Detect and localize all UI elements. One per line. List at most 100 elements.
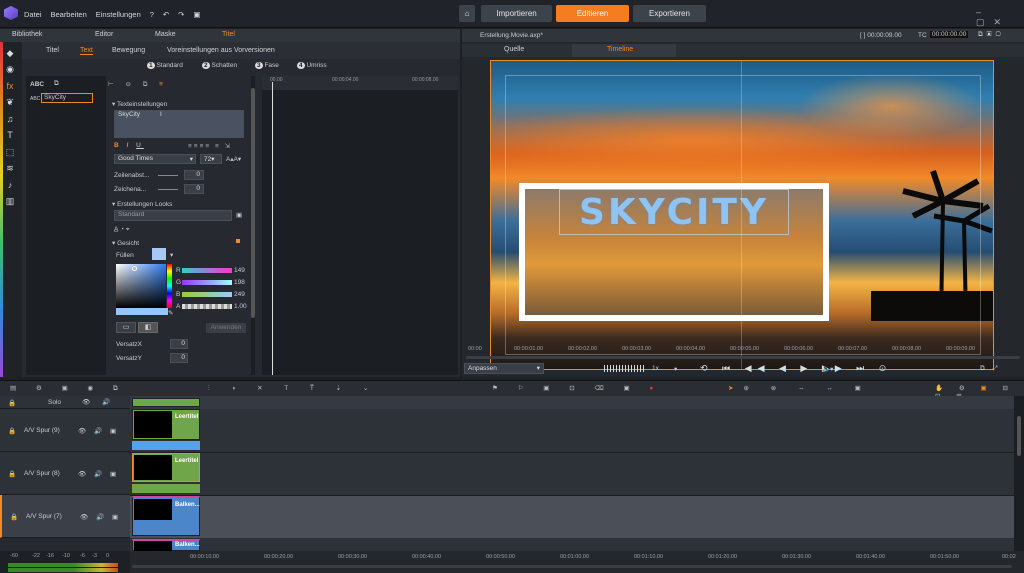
face-enable-toggle[interactable] [236, 239, 240, 243]
help-icon[interactable]: ? [150, 10, 154, 19]
audio-icon[interactable]: ♪ [3, 178, 17, 192]
line-spacing-field[interactable]: 0 [184, 170, 204, 180]
lock-icon[interactable]: 🔒 [10, 513, 18, 521]
align-toolbar[interactable]: ⊢ ⊖ ⧉ ≡ [108, 80, 168, 89]
b-slider[interactable] [182, 292, 232, 297]
music-icon[interactable]: ♫ [3, 112, 17, 126]
settings-icon[interactable]: ▥ [3, 194, 17, 208]
char-spacing-field[interactable]: 0 [184, 184, 204, 194]
a-slider[interactable] [182, 304, 232, 309]
g-slider[interactable] [182, 280, 232, 285]
edit-button[interactable]: Editieren [556, 5, 629, 22]
undo-icon[interactable]: ↶ [163, 10, 169, 19]
effects-icon[interactable]: ◉ [3, 62, 17, 76]
look-type-icons[interactable]: A̲ ◔ ⌖ [114, 226, 130, 234]
lock-icon[interactable]: 🔒 [8, 399, 16, 407]
offset-y-field[interactable]: 0 [170, 353, 188, 363]
video-preview[interactable]: SKYCITY [490, 60, 994, 370]
r-value[interactable]: 149 [234, 267, 245, 274]
save-icon[interactable]: ▣ [193, 10, 200, 19]
track-visibility-icons[interactable]: 👁 🔊 [82, 398, 115, 406]
r-slider[interactable] [182, 268, 232, 273]
tab-title[interactable]: Titel [222, 31, 235, 38]
clip-balken-6[interactable]: Balken... [132, 539, 200, 551]
tab-source[interactable]: Quelle [504, 46, 524, 53]
tab-editor[interactable]: Editor [95, 31, 113, 38]
fill-color-swatch[interactable] [152, 248, 166, 260]
step-bevel[interactable]: 3 Fase [255, 62, 279, 69]
layers-icon[interactable]: ≋ [3, 161, 17, 175]
subtab-titel[interactable]: Titel [46, 47, 59, 54]
line-spacing-slider[interactable] [158, 175, 178, 176]
speed-dropdown-icon[interactable]: ▾ [674, 365, 677, 373]
lock-icon[interactable]: 🔒 [8, 470, 16, 478]
media-icon[interactable]: ◆ [3, 46, 17, 60]
step-shadow[interactable]: 2 Schatten [202, 62, 237, 69]
properties-scrollbar[interactable] [251, 76, 255, 375]
text-settings-header[interactable]: ▾ Texteinstellungen [112, 100, 167, 108]
shape-layer-icon[interactable]: ⧉ [54, 80, 59, 88]
track-controls[interactable]: 👁 🔊 ▣ [80, 513, 121, 521]
clip-audio-8[interactable] [132, 484, 200, 493]
char-spacing-slider[interactable] [158, 189, 178, 190]
subtab-presets[interactable]: Voreinstellungen aus Vorversionen [167, 47, 275, 54]
track-scrollbar[interactable] [1014, 396, 1024, 551]
color-picker-area[interactable] [116, 264, 166, 308]
clip-balken-7[interactable]: Balken... [132, 496, 200, 536]
volume-icon[interactable]: 🔈▾ [822, 365, 833, 373]
window-controls[interactable]: –▢✕ [976, 7, 1024, 28]
subtab-text[interactable]: Text [80, 47, 93, 55]
face-header[interactable]: ▾ Gesicht [112, 239, 139, 247]
font-select[interactable]: Good Times ▾ [114, 154, 196, 164]
title-timeline-ruler[interactable]: 00.00 00:00:04.00 00:00:08.00 [262, 76, 458, 90]
color-picker-handle[interactable] [132, 266, 137, 271]
eyedropper-icon[interactable]: ✎ [168, 309, 173, 317]
menu-einstellungen[interactable]: Einstellungen [96, 10, 141, 19]
track-header-7[interactable]: 🔒 A/V Spur (7) 👁 🔊 ▣ [0, 495, 130, 538]
fx-icon[interactable]: fx [3, 79, 17, 93]
title-playhead[interactable] [272, 82, 273, 375]
solid-fill-button[interactable]: ▭ [116, 322, 136, 333]
hue-slider[interactable] [167, 264, 172, 308]
fit-select[interactable]: Anpassen ▾ [464, 363, 544, 374]
timeline-left-tools[interactable]: ▤ ⚙ ▣ ◉ ⧉ [10, 384, 127, 393]
step-standard[interactable]: 1 Standard [147, 62, 183, 69]
marker-tools[interactable]: ⚑ ⚐ ▣ ⊡ ⌫ ▣ ● [492, 384, 662, 392]
preview-window-icons[interactable]: ⧉▣▢ [978, 31, 1005, 39]
tab-timeline[interactable]: Timeline [607, 46, 633, 53]
menu-datei[interactable]: Datei [24, 10, 42, 19]
track-controls[interactable]: 👁 🔊 ▣ [78, 427, 119, 435]
clip-top[interactable] [132, 398, 200, 407]
graphic-icon[interactable]: ⬚ [3, 145, 17, 159]
speed-select[interactable]: 1x [652, 365, 659, 372]
gradient-fill-button[interactable]: ◧ [138, 322, 158, 333]
looks-select[interactable]: Standard [114, 210, 232, 221]
shuttle-control[interactable] [604, 365, 644, 372]
text-input[interactable]: SkyCity I [114, 110, 244, 138]
apply-button[interactable]: Anwenden [206, 323, 246, 333]
b-value[interactable]: 249 [234, 291, 245, 298]
clip-leertitel-8[interactable]: Leertitel [132, 453, 200, 482]
view-icons[interactable]: ⧉ ⤢ [980, 365, 1001, 373]
trim-tools[interactable]: ➤⊕ ⊗ ⇔ ↔ ▣ [728, 384, 871, 392]
layer-item-skycity[interactable]: SkyCity [41, 93, 93, 103]
subtab-bewegung[interactable]: Bewegung [112, 47, 145, 54]
timeline-edit-tools[interactable]: ⫶ ◑ ✕ T T⃗ ⇣ ⌄ [208, 384, 378, 393]
timeline-ruler[interactable]: 00:00:10.00 00:00:20.00 00:00:30.00 00:0… [130, 551, 1024, 573]
size-select[interactable]: 72▾ [200, 154, 222, 164]
looks-header[interactable]: ▾ Erstellungen Looks [112, 200, 172, 208]
tab-library[interactable]: Bibliothek [12, 31, 42, 38]
step-outline[interactable]: 4 Umriss [297, 62, 327, 69]
transition-icon[interactable]: ❦ [3, 95, 17, 109]
lock-icon[interactable]: 🔒 [8, 427, 16, 435]
clip-audio-9[interactable] [132, 441, 200, 450]
clip-leertitel-9[interactable]: Leertitel [132, 409, 200, 440]
home-button[interactable]: ⌂ [459, 5, 475, 22]
a-value[interactable]: 1.00 [234, 303, 247, 310]
g-value[interactable]: 198 [234, 279, 245, 286]
justify-toolbar[interactable]: ≡≡≡≡ ≡ ⇲ [188, 142, 232, 150]
menu-bearbeiten[interactable]: Bearbeiten [50, 10, 86, 19]
timeline-scrollbar[interactable] [132, 565, 1012, 568]
preview-ruler[interactable]: 00:00 00:00:01.00 00:00:02.00 00:00:03.0… [466, 346, 1020, 354]
text-layer-icon[interactable]: ABC [30, 81, 44, 88]
